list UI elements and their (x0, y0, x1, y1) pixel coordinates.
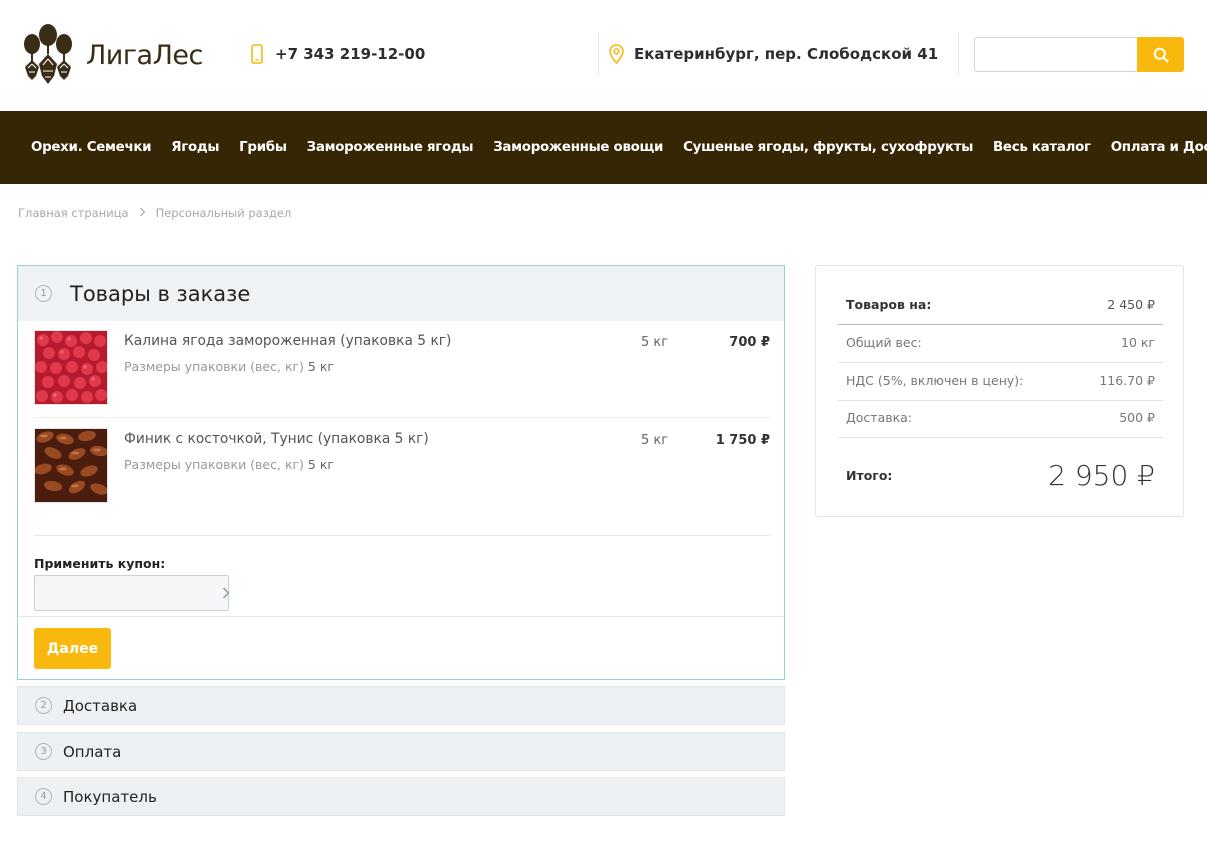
search-icon (1153, 47, 1169, 63)
breadcrumb-current: Персональный раздел (155, 206, 292, 220)
product-name[interactable]: Калина ягода замороженная (упаковка 5 кг… (124, 333, 451, 349)
divider (838, 437, 1163, 438)
product-image-dates[interactable] (34, 428, 108, 503)
coupon-input[interactable] (35, 576, 222, 610)
product-property: Размеры упаковки (вес, кг) 5 кг (124, 359, 334, 374)
nav-item-mushrooms[interactable]: Грибы (239, 140, 287, 155)
step-number: 1 (35, 285, 52, 302)
summary-weight-value: 10 кг (1121, 335, 1155, 350)
step-number: 3 (35, 743, 52, 760)
breadcrumb-home[interactable]: Главная страница (18, 206, 129, 220)
summary-total-label: Итого: (846, 468, 893, 483)
search-button[interactable] (1137, 37, 1184, 72)
summary-goods-row: Товаров на: 2 450 ₽ (838, 297, 1163, 312)
nav-item-frozen-berries[interactable]: Замороженные ягоды (307, 140, 474, 155)
header-address: Екатеринбург, пер. Слободской 41 (609, 44, 938, 64)
search-form (974, 37, 1184, 72)
product-property-value: 5 кг (307, 457, 334, 472)
nav-item-berries[interactable]: Ягоды (171, 140, 219, 155)
order-summary: Товаров на: 2 450 ₽ Общий вес: 10 кг НДС… (815, 265, 1184, 517)
phone-icon (251, 44, 263, 64)
order-items-block: 1 Товары в заказе Калина ягода заморожен… (17, 265, 785, 680)
coupon-label: Применить купон: (34, 556, 166, 571)
summary-delivery-label: Доставка: (846, 410, 913, 425)
product-price: 700 ₽ (729, 335, 770, 350)
header-divider (598, 32, 599, 76)
nav-item-nuts[interactable]: Орехи. Семечки (31, 140, 152, 155)
summary-weight-label: Общий вес: (846, 335, 922, 350)
divider (838, 324, 1163, 325)
phone-number[interactable]: +7 343 219-12-00 (275, 45, 425, 63)
step-number: 4 (35, 788, 52, 805)
next-button[interactable]: Далее (34, 628, 111, 669)
site-header: ЛигаЛес +7 343 219-12-00 Екатеринбург, п… (0, 0, 1207, 111)
divider (838, 400, 1163, 401)
product-quantity: 5 кг (641, 433, 669, 448)
summary-vat-label: НДС (5%, включен в цену): (846, 373, 1024, 388)
step-title: Доставка (63, 696, 138, 715)
address-text: Екатеринбург, пер. Слободской 41 (634, 45, 939, 63)
logo[interactable]: ЛигаЛес (22, 24, 203, 86)
step-buyer[interactable]: 4 Покупатель (17, 777, 785, 816)
product-price: 1 750 ₽ (715, 433, 770, 448)
logo-icon (24, 24, 72, 84)
nav-item-dried-fruits[interactable]: Сушеные ягоды, фрукты, сухофрукты (683, 140, 973, 155)
header-divider (958, 32, 959, 76)
summary-vat-row: НДС (5%, включен в цену): 116.70 ₽ (838, 373, 1163, 388)
product-property-value: 5 кг (307, 359, 334, 374)
summary-total-value: 2 950 ₽ (1048, 459, 1155, 492)
logo-text: ЛигаЛес (86, 39, 203, 71)
summary-goods-label: Товаров на: (846, 297, 932, 312)
header-phone[interactable]: +7 343 219-12-00 (251, 44, 425, 64)
summary-goods-value: 2 450 ₽ (1107, 297, 1155, 312)
search-input[interactable] (974, 37, 1137, 72)
chevron-right-icon (139, 206, 146, 220)
product-property-label: Размеры упаковки (вес, кг) (124, 457, 304, 472)
nav-item-payment-delivery[interactable]: Оплата и Доставка (1111, 140, 1207, 155)
main-nav: Орехи. Семечки Ягоды Грибы Замороженные … (0, 111, 1207, 184)
step-title: Оплата (63, 742, 122, 761)
step-payment[interactable]: 3 Оплата (17, 732, 785, 771)
order-block-header[interactable]: 1 Товары в заказе (18, 266, 784, 321)
order-item: Финик с косточкой, Тунис (упаковка 5 кг)… (34, 419, 770, 516)
step-delivery[interactable]: 2 Доставка (17, 686, 785, 725)
nav-item-frozen-vegetables[interactable]: Замороженные овощи (493, 140, 663, 155)
product-property: Размеры упаковки (вес, кг) 5 кг (124, 457, 334, 472)
coupon-field (34, 575, 230, 611)
divider (838, 362, 1163, 363)
coupon-apply-arrow-icon[interactable] (222, 576, 230, 610)
breadcrumb: Главная страница Персональный раздел (18, 206, 291, 220)
summary-vat-value: 116.70 ₽ (1099, 373, 1155, 388)
summary-total-row: Итого: 2 950 ₽ (838, 459, 1163, 492)
step-number: 2 (35, 697, 52, 714)
step-title: Покупатель (63, 787, 157, 806)
summary-weight-row: Общий вес: 10 кг (838, 335, 1163, 350)
product-quantity: 5 кг (641, 335, 669, 350)
order-item: Калина ягода замороженная (упаковка 5 кг… (34, 321, 770, 418)
order-block-title: Товары в заказе (70, 281, 251, 306)
product-property-label: Размеры упаковки (вес, кг) (124, 359, 304, 374)
product-image-viburnum[interactable] (34, 330, 108, 405)
product-name[interactable]: Финик с косточкой, Тунис (упаковка 5 кг) (124, 431, 429, 447)
location-pin-icon (609, 44, 624, 64)
divider (34, 535, 770, 536)
divider (18, 616, 784, 617)
nav-item-catalog[interactable]: Весь каталог (993, 140, 1091, 155)
summary-delivery-value: 500 ₽ (1119, 410, 1155, 425)
summary-delivery-row: Доставка: 500 ₽ (838, 410, 1163, 425)
